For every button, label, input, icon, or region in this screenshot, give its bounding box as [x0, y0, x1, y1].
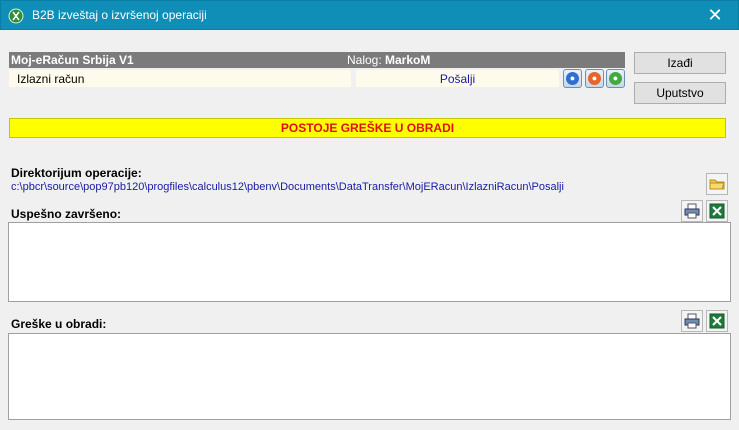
errors-excel-button[interactable]: [706, 310, 728, 332]
blue-globe-icon: ●: [566, 72, 579, 85]
status-banner: POSTOJE GREŠKE U OBRADI: [9, 118, 726, 138]
success-section-label: Uspešno završeno:: [11, 207, 122, 221]
errors-output[interactable]: [8, 333, 731, 420]
document-type: Izlazni račun: [9, 70, 351, 87]
open-folder-button[interactable]: [706, 173, 728, 195]
operation-action: Pošalji: [356, 70, 559, 87]
app-name: Moj-eRačun Srbija V1: [11, 53, 134, 67]
folder-icon: [709, 179, 725, 190]
directory-path: c:\pbcr\source\pop97pb120\progfiles\calc…: [11, 181, 564, 193]
window-title: B2B izveštaj o izvršenoj operaciji: [32, 8, 207, 22]
orange-globe-button[interactable]: ●: [585, 69, 604, 88]
printer-icon: [684, 203, 700, 219]
success-excel-button[interactable]: [706, 200, 728, 222]
success-output[interactable]: [8, 222, 731, 302]
title-bar: B2B izveštaj o izvršenoj operaciji ✕: [0, 0, 739, 30]
green-globe-icon: ●: [609, 72, 622, 85]
account-label: Nalog:: [347, 53, 382, 67]
directory-label: Direktorijum operacije:: [11, 166, 142, 180]
exit-button[interactable]: Izađi: [634, 52, 726, 74]
excel-icon: [709, 313, 725, 329]
instructions-button[interactable]: Uputstvo: [634, 82, 726, 104]
excel-icon: [709, 203, 725, 219]
header-bar: Moj-eRačun Srbija V1 Nalog: MarkoM: [9, 52, 625, 68]
close-icon[interactable]: ✕: [692, 1, 738, 30]
app-logo-icon: [8, 8, 24, 24]
success-print-button[interactable]: [681, 200, 703, 222]
account-value: MarkoM: [385, 53, 431, 67]
printer-icon: [684, 313, 700, 329]
blue-globe-button[interactable]: ●: [563, 69, 582, 88]
orange-globe-icon: ●: [588, 72, 601, 85]
errors-section-label: Greške u obradi:: [11, 317, 107, 331]
green-globe-button[interactable]: ●: [606, 69, 625, 88]
errors-print-button[interactable]: [681, 310, 703, 332]
